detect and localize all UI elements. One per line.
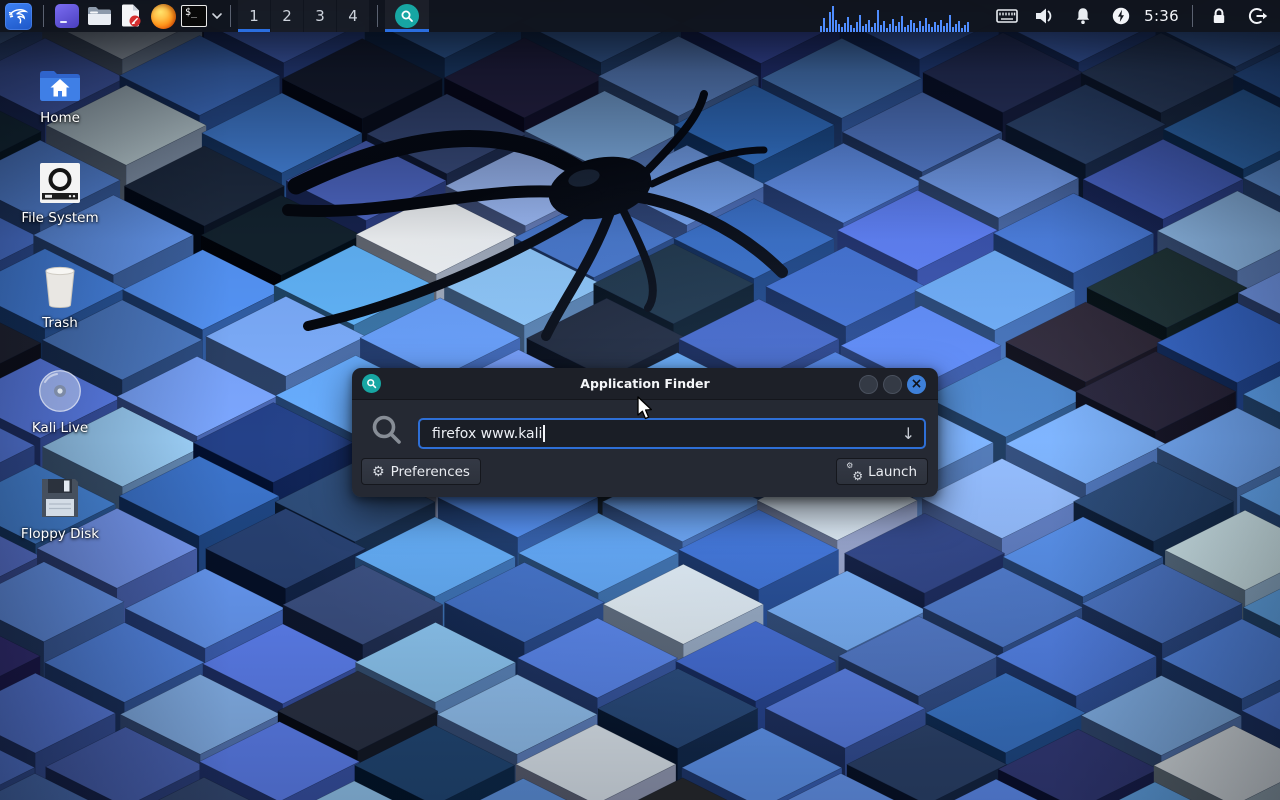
launcher-file-manager[interactable] [83,0,115,32]
minimize-button[interactable] [859,375,878,394]
panel-status-area: 5:36 [820,0,1280,32]
desktop-icon-label: Floppy Disk [21,526,99,542]
text-caret [543,425,545,442]
launch-label: Launch [868,464,917,480]
terminal-emulator-icon: $_ [181,5,207,27]
desktop-icon-file-system[interactable]: File System [12,158,108,226]
lock-screen-icon[interactable] [1208,5,1230,27]
workspace-3[interactable]: 3 [304,0,336,32]
launcher-text-editor[interactable] [115,0,147,32]
desktop-icon-label: File System [21,210,98,226]
launch-button[interactable]: ⚙ ⚙ Launch [836,458,928,485]
app-finder-window-icon [362,374,381,393]
preferences-button[interactable]: ⚙ Preferences [361,458,481,485]
launcher-terminal-emulator[interactable]: $_ [179,0,209,32]
window-title: Application Finder [352,376,938,391]
text-editor-icon [120,4,142,28]
desktop-icon-label: Home [40,110,80,126]
panel-separator [43,5,44,27]
chevron-down-icon[interactable] [211,11,223,21]
gear-icon: ⚙ [372,465,385,479]
home-folder-icon [38,58,82,104]
top-panel: $_ 1 2 3 4 [0,0,1280,32]
panel-separator [230,5,231,27]
workspace-2-label: 2 [282,7,292,25]
workspace-4[interactable]: 4 [337,0,369,32]
firefox-icon [151,4,176,29]
hard-drive-icon [39,158,81,204]
gear-icon: ⚙ [852,470,863,482]
workspace-1[interactable]: 1 [238,0,270,32]
volume-icon[interactable] [1034,5,1056,27]
workspace-2[interactable]: 2 [271,0,303,32]
dropdown-arrow-icon[interactable]: ↓ [902,424,915,443]
launcher-firefox[interactable] [147,0,179,32]
workspace-1-label: 1 [249,7,259,25]
search-input[interactable]: firefox www.kali ↓ [418,418,926,449]
power-manager-icon[interactable] [1110,5,1132,27]
launcher-terminal[interactable] [51,0,83,32]
desktop-icon-trash[interactable]: Trash [12,263,108,331]
close-icon: × [911,377,923,391]
workspace-4-label: 4 [348,7,358,25]
trash-bin-icon [40,263,80,309]
desktop-icon-kali-live[interactable]: Kali Live [12,368,108,436]
panel-separator [1192,5,1193,27]
optical-disc-icon [37,368,83,414]
desktop-root: $_ 1 2 3 4 [0,0,1280,800]
clock[interactable]: 5:36 [1144,7,1179,25]
launch-gears-icon: ⚙ ⚙ [847,464,862,479]
maximize-button[interactable] [883,375,902,394]
cpu-graph[interactable] [820,0,978,32]
search-input-value: firefox www.kali [432,426,542,442]
application-finder-window: Application Finder × firefox www.kali ↓ [352,368,938,497]
gear-small-icon: ⚙ [846,462,853,470]
keyboard-indicator-icon[interactable] [996,5,1018,27]
desktop-icon-floppy-disk[interactable]: Floppy Disk [12,474,108,542]
folder-icon [87,5,112,27]
notifications-bell-icon[interactable] [1072,5,1094,27]
panel-separator [377,5,378,27]
desktop-icon-label: Trash [42,315,78,331]
desktop-icon-label: Kali Live [32,420,88,436]
window-controls: × [859,375,926,394]
search-icon [370,413,404,451]
close-button[interactable]: × [907,375,926,394]
preferences-label: Preferences [391,464,470,480]
terminal-icon [55,4,79,28]
kali-menu-button[interactable] [0,0,36,32]
floppy-disk-icon [39,474,81,520]
desktop-icon-home[interactable]: Home [12,58,108,126]
app-finder-icon [395,4,419,28]
mouse-cursor [637,396,655,422]
kali-logo-icon [5,3,32,30]
workspace-3-label: 3 [315,7,325,25]
logout-icon[interactable] [1246,5,1268,27]
taskbar-app-finder[interactable] [385,0,429,32]
